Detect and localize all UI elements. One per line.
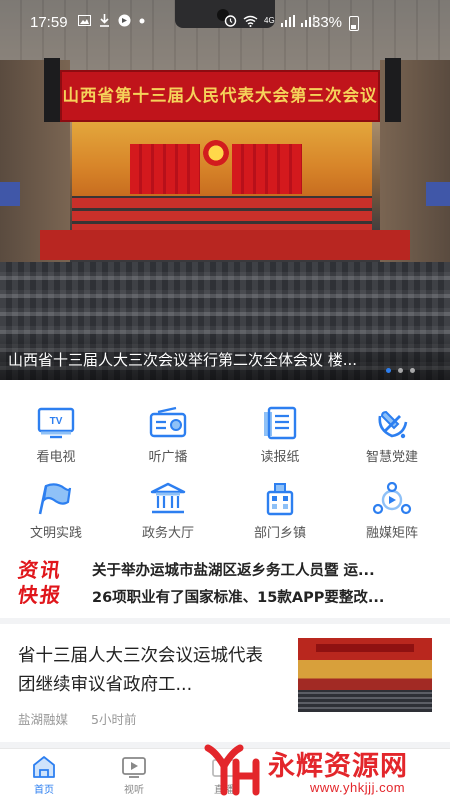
home-icon	[33, 756, 55, 778]
wifi-icon	[243, 15, 258, 27]
national-emblem	[203, 140, 229, 166]
status-bar: 17:59 4G 33%	[0, 0, 450, 44]
carousel-dot-active	[386, 368, 391, 373]
battery-icon	[349, 16, 359, 31]
svg-text:TV: TV	[50, 416, 63, 427]
flash-logo-line1: 资讯	[16, 558, 64, 582]
nav-tab-home[interactable]: 首页	[14, 755, 74, 796]
newspaper-icon	[264, 406, 297, 440]
article-time: 5小时前	[91, 712, 137, 727]
quick-item-party[interactable]: 智慧党建	[342, 406, 442, 474]
party-emblem-icon	[378, 410, 408, 439]
battery-level: 33%	[312, 14, 343, 31]
flash-news-item[interactable]: 关于举办运城市盐湖区返乡务工人员暨 运...	[92, 559, 434, 580]
hero-carousel[interactable]: 山西省第十三届人民代表大会第三次会议 山西省十三届人大三次会议举行第二次全体会议…	[0, 0, 450, 380]
article-title[interactable]: 省十三届人大三次会议运城代表团继续审议省政府工...	[18, 642, 280, 700]
carousel-indicator	[386, 368, 415, 373]
alarm-icon	[224, 15, 237, 27]
image-icon	[78, 15, 91, 26]
notification-icons	[78, 14, 145, 27]
quick-item-label: 智慧党建	[365, 450, 418, 465]
article-thumbnail[interactable]	[298, 638, 432, 712]
conference-banner-text: 山西省第十三届人民代表大会第三次会议	[62, 86, 378, 105]
app-screen: 山西省第十三届人民代表大会第三次会议 山西省十三届人大三次会议举行第二次全体会议…	[0, 0, 450, 800]
flash-news-logo: 资讯 快报	[16, 558, 74, 612]
media-matrix-icon	[372, 482, 412, 515]
flag-icon	[38, 483, 72, 515]
presidium-dais	[72, 196, 372, 234]
quick-item-label: 政务大厅	[141, 526, 194, 541]
nav-tab-video[interactable]: 视听	[104, 755, 164, 796]
flash-news: 资讯 快报 关于举办运城市盐湖区返乡务工人员暨 运... 26项职业有了国家标准…	[0, 552, 450, 618]
government-hall-icon	[150, 482, 186, 514]
tv-icon: TV	[37, 407, 75, 439]
speaker-right	[385, 58, 401, 122]
flash-logo-line2: 快报	[16, 583, 64, 607]
quick-item-radio[interactable]: 听广播	[118, 406, 218, 474]
watermark-logo-icon	[204, 744, 260, 796]
flags-left	[130, 144, 200, 194]
side-screen-right	[426, 182, 450, 206]
network-type: 4G	[264, 16, 275, 25]
article-card[interactable]: 省十三届人大三次会议运城代表团继续审议省政府工... 盐湖融媒 5小时前	[0, 624, 450, 742]
app-notification-icon	[118, 14, 131, 27]
flash-news-item[interactable]: 26项职业有了国家标准、15款APP要整改...	[92, 586, 434, 607]
status-time: 17:59	[30, 14, 68, 31]
watermark-url: www.yhkjjj.com	[310, 780, 406, 795]
quick-item-label: 融媒矩阵	[365, 526, 418, 541]
quick-item-label: 文明实践	[29, 526, 82, 541]
speaker-left	[44, 58, 60, 122]
quick-item-label: 看电视	[36, 450, 76, 465]
carousel-dot	[410, 368, 415, 373]
quick-item-civilization[interactable]: 文明实践	[6, 482, 106, 550]
side-screen-left	[0, 182, 20, 206]
nav-label: 首页	[34, 785, 54, 796]
quick-menu: TV 看电视 听广播 读报纸 智慧党建 文明实践 政务大厅 部门乡镇 融媒矩阵	[0, 380, 450, 552]
radio-icon	[149, 406, 187, 438]
quick-item-label: 部门乡镇	[253, 526, 306, 541]
quick-item-label: 听广播	[148, 450, 188, 465]
signal-icon	[280, 14, 295, 27]
thumbnail-banner	[316, 644, 414, 652]
site-watermark: 永辉资源网 www.yhkjjj.com	[202, 740, 450, 800]
more-dot-icon	[139, 18, 145, 23]
watermark-name: 永辉资源网	[268, 751, 408, 782]
stage-floor	[40, 230, 410, 260]
quick-item-label: 读报纸	[260, 450, 300, 465]
quick-item-media-matrix[interactable]: 融媒矩阵	[342, 482, 442, 550]
download-icon	[100, 14, 109, 27]
flags-right	[232, 144, 302, 194]
quick-item-departments[interactable]: 部门乡镇	[230, 482, 330, 550]
quick-item-government[interactable]: 政务大厅	[118, 482, 218, 550]
nav-label: 视听	[124, 785, 144, 796]
quick-item-tv[interactable]: TV 看电视	[6, 406, 106, 474]
video-icon	[122, 757, 146, 778]
system-icons: 4G	[224, 14, 315, 27]
building-icon	[266, 483, 294, 516]
carousel-dot	[398, 368, 403, 373]
thumbnail-audience	[298, 690, 432, 712]
article-source: 盐湖融媒	[18, 712, 69, 727]
quick-item-newspaper[interactable]: 读报纸	[230, 406, 330, 474]
hero-caption[interactable]: 山西省十三届人大三次会议举行第二次全体会议 楼...	[8, 349, 438, 370]
